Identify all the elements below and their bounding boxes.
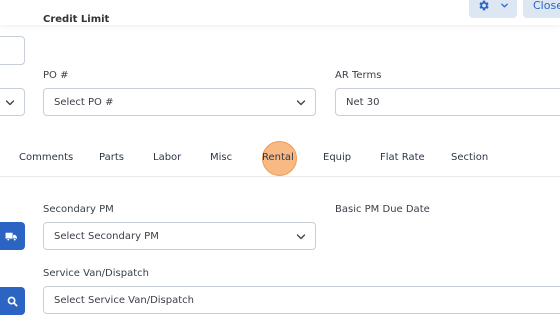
top-bar: Credit Limit Close bbox=[0, 0, 560, 25]
po-label: PO # bbox=[43, 70, 69, 81]
basic-pm-due-date-label: Basic PM Due Date bbox=[335, 204, 430, 215]
truck-button[interactable] bbox=[0, 222, 25, 250]
po-select[interactable]: Select PO # bbox=[43, 88, 316, 116]
tab-equip[interactable]: Equip bbox=[323, 152, 351, 163]
close-button[interactable]: Close bbox=[523, 0, 560, 18]
tab-parts[interactable]: Parts bbox=[99, 152, 124, 163]
service-van-value: Select Service Van/Dispatch bbox=[54, 294, 194, 306]
tab-section[interactable]: Section bbox=[451, 152, 488, 163]
settings-dropdown-button[interactable] bbox=[469, 0, 517, 18]
gear-icon bbox=[479, 0, 489, 10]
tab-labor[interactable]: Labor bbox=[153, 152, 181, 163]
chevron-down-icon bbox=[296, 100, 306, 106]
tab-rental[interactable]: Rental bbox=[262, 152, 294, 163]
left-select[interactable] bbox=[0, 88, 25, 116]
tab-flat-rate[interactable]: Flat Rate bbox=[380, 152, 425, 163]
credit-limit-label: Credit Limit bbox=[43, 14, 110, 25]
ar-terms-select[interactable]: Net 30 bbox=[335, 88, 560, 116]
service-van-select[interactable]: Select Service Van/Dispatch bbox=[43, 286, 560, 314]
service-van-label: Service Van/Dispatch bbox=[43, 268, 149, 279]
search-icon bbox=[7, 296, 18, 306]
chevron-down-icon bbox=[5, 100, 15, 106]
tabs-divider bbox=[0, 176, 560, 177]
ar-terms-value: Net 30 bbox=[346, 96, 380, 108]
truck-icon bbox=[5, 232, 17, 241]
ar-terms-label: AR Terms bbox=[335, 70, 382, 81]
credit-limit-input[interactable] bbox=[0, 36, 25, 65]
tab-comments[interactable]: Comments bbox=[19, 152, 73, 163]
search-button[interactable] bbox=[0, 287, 25, 315]
secondary-pm-label: Secondary PM bbox=[43, 204, 114, 215]
po-select-value: Select PO # bbox=[54, 96, 114, 108]
secondary-pm-select[interactable]: Select Secondary PM bbox=[43, 222, 316, 250]
secondary-pm-value: Select Secondary PM bbox=[54, 230, 159, 242]
chevron-down-icon bbox=[296, 234, 306, 240]
chevron-down-icon bbox=[501, 3, 508, 7]
tab-misc[interactable]: Misc bbox=[210, 152, 232, 163]
